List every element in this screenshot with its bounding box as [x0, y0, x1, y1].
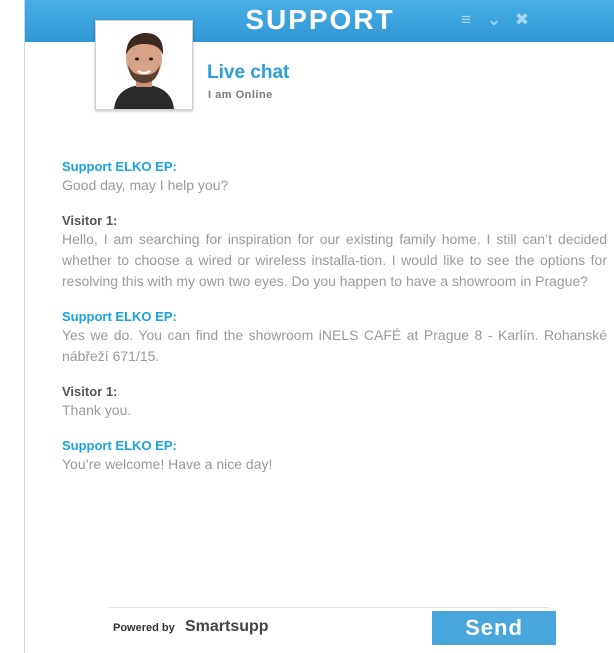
- message-text: Thank you.: [62, 402, 132, 418]
- message-text: Hello, I am searching for inspiration fo…: [62, 231, 607, 289]
- chat-window: SUPPORT ≡ ⌄ ✖ Live chat I am Online Supp…: [24, 0, 614, 653]
- message: Support ELKO EP: Good day, may I help yo…: [62, 159, 607, 196]
- menu-icon[interactable]: ≡: [458, 10, 474, 29]
- close-icon[interactable]: ✖: [514, 10, 530, 29]
- message-list: Support ELKO EP: Good day, may I help yo…: [62, 159, 607, 492]
- smartsupp-logo[interactable]: Smartsupp: [185, 618, 269, 636]
- message-text: You’re welcome! Have a nice day!: [62, 456, 273, 472]
- chat-footer: Powered by Smartsupp Send: [109, 607, 556, 650]
- message: Support ELKO EP: Yes we do. You can find…: [62, 309, 607, 367]
- send-button[interactable]: Send: [432, 611, 556, 645]
- message-sender: Support ELKO EP:: [62, 438, 177, 453]
- powered-by-label: Powered by: [113, 622, 175, 634]
- live-chat-title: Live chat: [207, 62, 290, 83]
- message: Visitor 1: Hello, I am searching for ins…: [62, 213, 607, 292]
- online-status: I am Online: [208, 89, 273, 101]
- message-sender: Visitor 1:: [62, 384, 118, 399]
- message-text: Yes we do. You can find the showroom iNE…: [62, 327, 607, 364]
- message: Support ELKO EP: You’re welcome! Have a …: [62, 438, 607, 475]
- message-sender: Visitor 1:: [62, 213, 118, 228]
- window-controls: ≡ ⌄ ✖: [458, 10, 530, 29]
- message-sender: Support ELKO EP:: [62, 159, 177, 174]
- message-text: Good day, may I help you?: [62, 177, 229, 193]
- message: Visitor 1: Thank you.: [62, 384, 607, 421]
- message-sender: Support ELKO EP:: [62, 309, 177, 324]
- agent-avatar: [95, 20, 193, 110]
- minimize-chevron-icon[interactable]: ⌄: [486, 10, 502, 29]
